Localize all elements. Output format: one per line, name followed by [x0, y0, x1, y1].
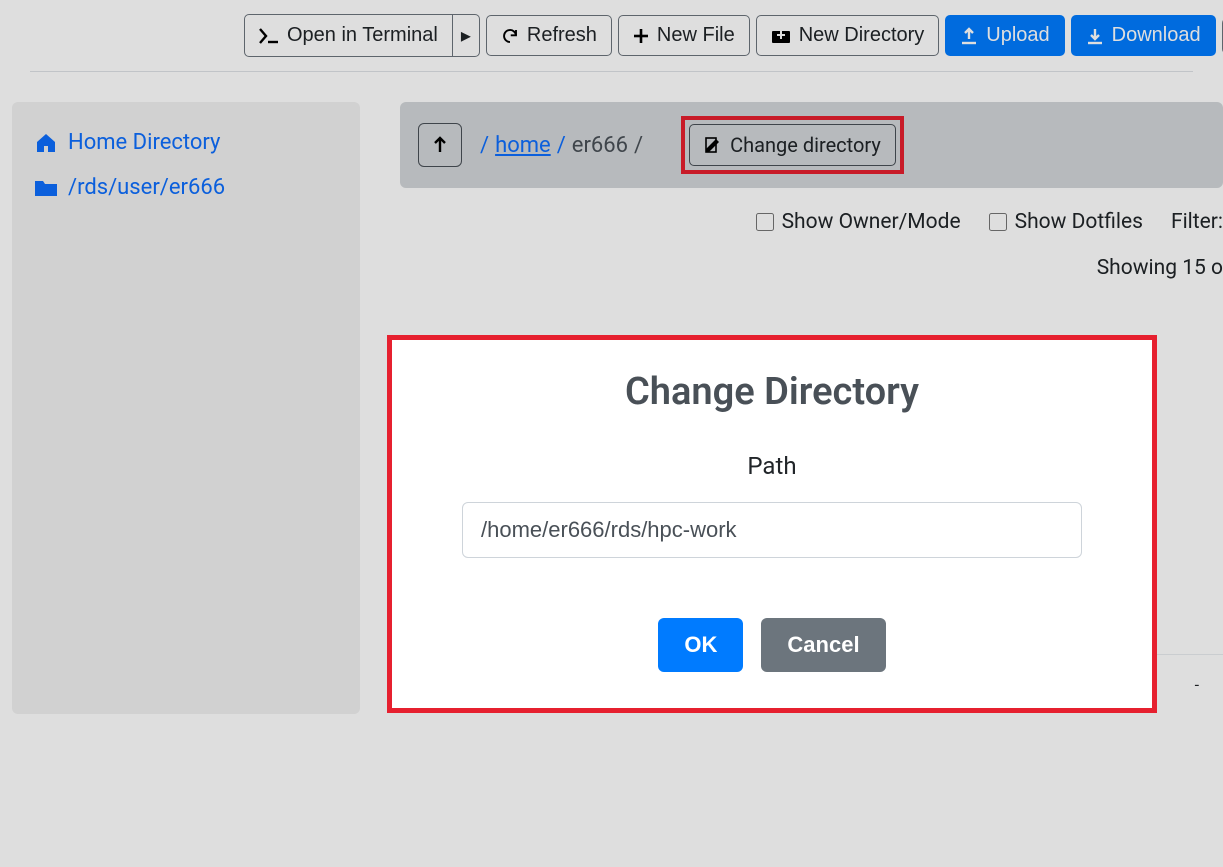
modal-title: Change Directory	[428, 370, 1116, 414]
modal-buttons: OK Cancel	[428, 618, 1116, 672]
modal-path-label: Path	[428, 452, 1116, 480]
modal-cancel-button[interactable]: Cancel	[761, 618, 885, 672]
modal-ok-button[interactable]: OK	[658, 618, 743, 672]
modal-path-input[interactable]	[462, 502, 1082, 558]
change-directory-modal: Change Directory Path OK Cancel	[387, 335, 1157, 713]
